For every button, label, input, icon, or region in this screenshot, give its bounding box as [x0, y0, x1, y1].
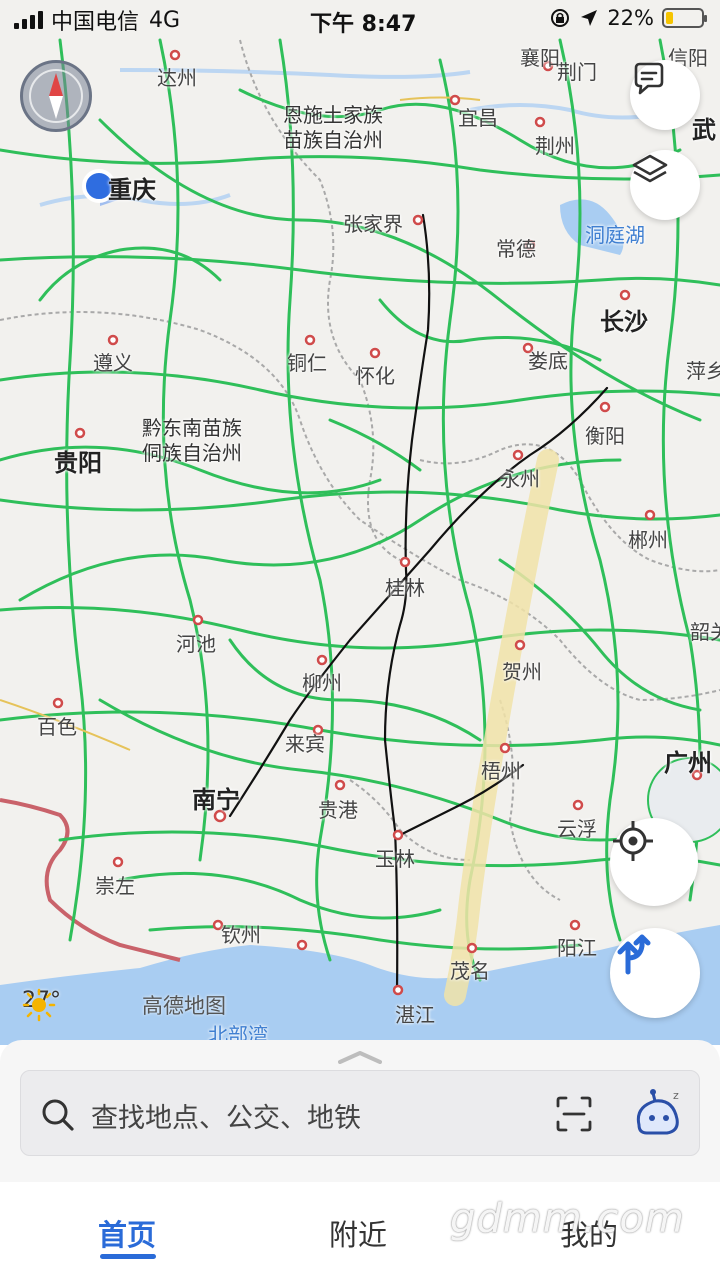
city-label[interactable]: 荆门 — [557, 56, 597, 85]
city-label[interactable]: 南宁 — [192, 780, 240, 815]
battery-icon — [662, 8, 707, 28]
watermark-text: gdmm.com — [450, 1196, 685, 1242]
city-label[interactable]: 梧州 — [481, 755, 521, 784]
clock-text: 下午 8:47 — [310, 12, 417, 37]
search-bar[interactable]: 查找地点、公交、地铁 z — [20, 1070, 700, 1156]
city-label[interactable]: 常德 — [496, 233, 536, 262]
city-label[interactable]: 长沙 — [600, 302, 648, 337]
locate-button[interactable] — [610, 818, 698, 906]
city-label[interactable]: 衡阳 — [585, 420, 625, 449]
city-label[interactable]: 茂名 — [450, 955, 490, 984]
carrier-text: 中国电信 — [51, 10, 140, 35]
city-label[interactable]: 遵义 — [93, 347, 133, 376]
battery-level — [666, 12, 673, 24]
national-border — [0, 798, 181, 962]
city-label[interactable]: 桂林 — [385, 572, 425, 601]
city-label[interactable]: 重庆 — [108, 170, 156, 205]
lake-label: 洞庭湖 — [585, 223, 645, 247]
brand-logo: 高德地图 — [142, 994, 226, 1018]
city-label[interactable]: 达州 — [157, 62, 197, 91]
tab-home[interactable]: 首页 — [98, 1212, 156, 1254]
message-icon — [634, 62, 664, 95]
city-label[interactable]: 贵阳 — [54, 443, 102, 478]
city-label[interactable]: 来宾 — [285, 728, 325, 757]
region-label[interactable]: 黔东南苗族 侗族自治州 — [142, 416, 242, 466]
city-label[interactable]: 百色 — [37, 711, 77, 740]
route-icon — [617, 934, 651, 975]
search-input[interactable]: 查找地点、公交、地铁 — [91, 1096, 361, 1135]
city-label[interactable]: 云浮 — [557, 813, 597, 842]
city-label[interactable]: 贺州 — [502, 656, 542, 685]
scan-icon[interactable] — [554, 1094, 594, 1134]
city-label[interactable]: 崇左 — [95, 870, 135, 899]
location-arrow-icon — [581, 10, 598, 26]
status-bar: 中国电信 4G 下午 8:47 22% — [0, 0, 720, 40]
city-label[interactable]: 怀化 — [355, 360, 395, 389]
svg-text:z: z — [673, 1089, 679, 1102]
layers-button[interactable] — [630, 150, 700, 220]
city-label[interactable]: 宜昌 — [458, 102, 498, 131]
network-text: 4G — [149, 7, 181, 33]
compass-icon — [29, 69, 83, 123]
rotation-lock-icon — [551, 9, 570, 27]
map-view[interactable]: 达州 恩施土家族 苗族自治州 宜昌 荆门 荆州 重庆 张家界 常德 洞庭湖 长沙… — [0, 0, 720, 1045]
city-label[interactable]: 柳州 — [302, 667, 342, 696]
compass-button[interactable] — [20, 60, 92, 132]
sun-icon — [22, 988, 56, 1022]
layers-icon — [632, 154, 668, 183]
city-label[interactable]: 萍乡 — [686, 355, 720, 384]
city-label[interactable]: 钦州 — [221, 919, 261, 948]
city-label[interactable]: 韶关 — [690, 616, 720, 645]
city-label[interactable]: 广州 — [664, 743, 712, 778]
weather-widget[interactable]: 27° — [22, 988, 61, 1022]
city-label[interactable]: 张家界 — [343, 208, 403, 237]
city-label[interactable]: 娄底 — [528, 345, 568, 374]
route-button[interactable] — [610, 928, 700, 1018]
city-label[interactable]: 武 — [692, 110, 716, 145]
status-right: 22% — [549, 6, 707, 30]
city-label[interactable]: 湛江 — [395, 999, 435, 1028]
city-label[interactable]: 永州 — [500, 463, 540, 492]
city-label[interactable]: 玉林 — [375, 843, 415, 872]
city-label[interactable]: 铜仁 — [287, 347, 327, 376]
highlight-corridor — [444, 449, 559, 1006]
region-label[interactable]: 恩施土家族 苗族自治州 — [283, 103, 383, 153]
message-button[interactable] — [630, 60, 700, 130]
active-tab-indicator — [100, 1254, 156, 1259]
city-label[interactable]: 阳江 — [557, 932, 597, 961]
city-label[interactable]: 贵港 — [318, 794, 358, 823]
locate-icon — [613, 821, 653, 861]
search-icon — [42, 1099, 74, 1131]
battery-percent: 22% — [607, 6, 654, 30]
signal-icon — [14, 11, 43, 29]
assistant-icon[interactable]: z — [629, 1085, 685, 1141]
city-label[interactable]: 襄阳 — [520, 42, 560, 71]
city-label[interactable]: 郴州 — [628, 524, 668, 553]
chevron-up-icon[interactable] — [338, 1050, 382, 1064]
tab-nearby[interactable]: 附近 — [329, 1212, 387, 1254]
city-label[interactable]: 荆州 — [535, 130, 575, 159]
city-label[interactable]: 河池 — [176, 628, 216, 657]
